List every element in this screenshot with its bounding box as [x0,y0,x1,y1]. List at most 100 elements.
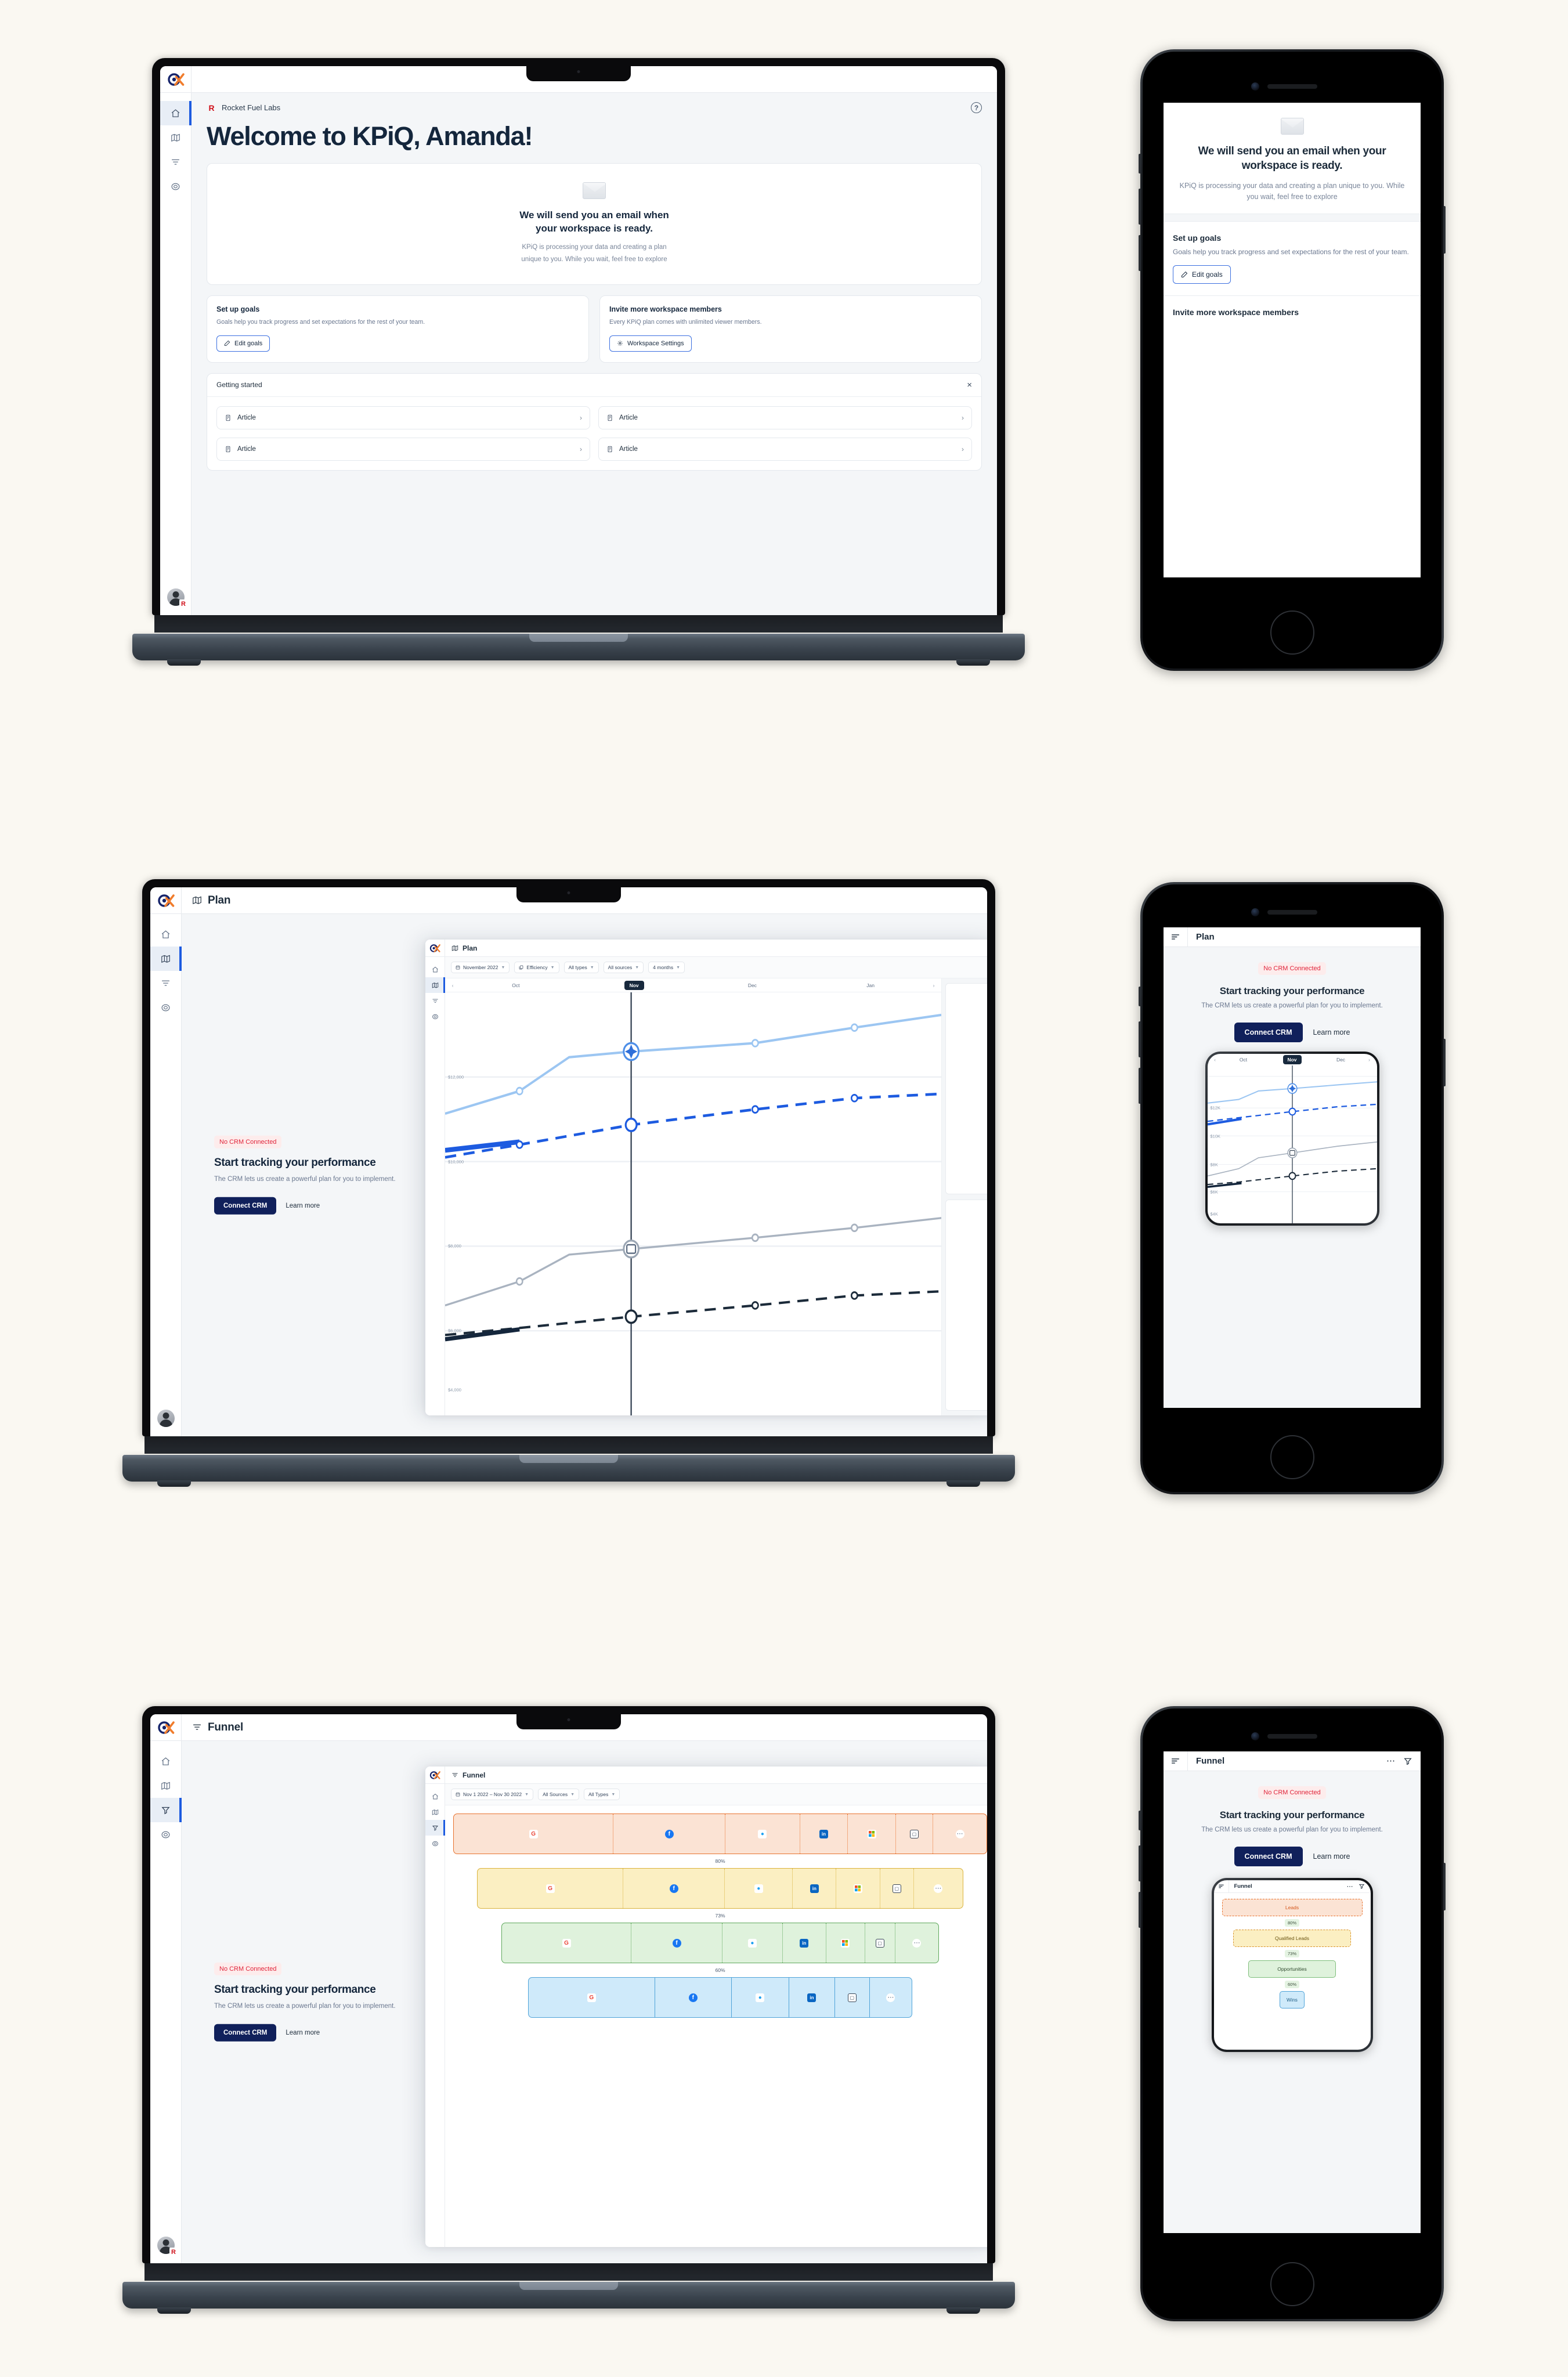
month-label-current[interactable]: Nov [624,980,644,990]
mobile-edit-goals-button[interactable]: Edit goals [1173,265,1231,284]
sidebar-item-home[interactable] [160,101,192,125]
nested-app-logo[interactable] [425,1767,445,1784]
workspace-settings-button[interactable]: Workspace Settings [609,335,692,352]
filter-icon[interactable] [1403,1757,1412,1766]
connect-crm-button[interactable]: Connect CRM [1234,1847,1303,1867]
menu-button[interactable] [1164,1751,1188,1771]
sidebar-item-home[interactable] [150,1749,182,1773]
funnel-cell-twitter[interactable]: ● [732,1978,789,2017]
sidebar-item-plan[interactable] [150,947,182,971]
phone-home-button[interactable] [1270,2262,1314,2306]
chevron-right-icon[interactable]: › [1365,1057,1374,1063]
side-card[interactable] [945,1200,987,1411]
connect-crm-button[interactable]: Connect CRM [214,2024,277,2042]
phone-home-button[interactable] [1270,1435,1314,1479]
phone-volume-up-button[interactable] [1139,1021,1141,1057]
funnel-cell-twitter[interactable]: ● [725,1814,800,1854]
app-logo[interactable] [150,887,182,914]
sidebar-item-funnel[interactable] [150,1798,182,1822]
month-label-dec[interactable]: Dec [693,982,812,988]
funnel-cell-linkedin[interactable]: in [789,1978,836,2017]
menu-button[interactable] [1164,927,1188,947]
edit-goals-button[interactable]: Edit goals [216,335,270,352]
filter-range[interactable]: 4 months ▼ [648,962,685,973]
app-logo[interactable] [150,1714,182,1741]
funnel-stage-wins[interactable]: Wins [1279,1991,1305,2008]
filter-date-range[interactable]: Nov 1 2022 – Nov 30 2022 ▼ [451,1789,534,1800]
funnel-cell-google[interactable]: G [529,1978,655,2017]
funnel-cell-twitter[interactable]: ● [725,1869,793,1908]
filter-sources[interactable]: All sources ▼ [603,962,644,973]
funnel-cell-more[interactable]: ⋯ [933,1814,987,1854]
funnel-cell-twitter[interactable]: ● [722,1923,783,1963]
funnel-cell-linkedin[interactable]: in [800,1814,848,1854]
funnel-cell-more[interactable]: ⋯ [914,1869,963,1908]
sidebar-item-goals[interactable] [150,1822,182,1847]
sidebar-item-home[interactable] [150,922,182,947]
avatar[interactable] [157,1410,175,1427]
sidebar-item-goals[interactable] [160,174,192,198]
funnel-cell-google[interactable]: G [454,1814,614,1854]
funnel-stage-leads[interactable]: Leads [1222,1899,1363,1916]
funnel-cell-facebook[interactable]: f [613,1814,726,1854]
phone-power-button[interactable] [1443,1863,1446,1910]
phone-volume-up-button[interactable] [1139,1845,1141,1881]
funnel-cell-microsoft[interactable] [848,1814,896,1854]
filter-types[interactable]: All Types ▼ [584,1789,620,1800]
funnel-cell-instagram[interactable]: ▢ [835,1978,870,2017]
month-label-current[interactable]: Nov [1282,1055,1302,1064]
funnel-stage-opportunities[interactable]: G f ● in ▢ ⋯ [501,1923,940,1963]
close-icon[interactable]: × [967,381,972,389]
phone-mute-button[interactable] [1139,987,1141,1006]
funnel-cell-facebook[interactable]: f [655,1978,732,2017]
list-item[interactable]: Article › [598,437,972,461]
funnel-cell-more[interactable]: ⋯ [870,1978,912,2017]
funnel-cell-facebook[interactable]: f [631,1923,722,1963]
ellipsis-icon[interactable]: ⋯ [1347,1883,1353,1890]
funnel-stage-qualified-leads[interactable]: Qualified Leads [1233,1930,1352,1947]
month-label-oct[interactable]: Oct [457,982,575,988]
sidebar-item-home[interactable] [425,962,445,977]
sidebar-item-plan[interactable] [160,125,192,150]
menu-button[interactable] [1214,1880,1229,1893]
funnel-cell-microsoft[interactable] [836,1869,880,1908]
ellipsis-icon[interactable]: ⋯ [1386,1757,1395,1765]
phone-volume-down-button[interactable] [1139,1068,1141,1104]
filter-metric[interactable]: Efficiency ▼ [514,962,559,973]
filter-sources[interactable]: All Sources ▼ [538,1789,580,1800]
sidebar-item-goals[interactable] [150,995,182,1020]
sidebar-item-plan[interactable] [425,977,445,993]
funnel-cell-google[interactable]: G [478,1869,623,1908]
phone-volume-up-button[interactable] [1139,189,1141,225]
chevron-left-icon[interactable]: ‹ [1211,1057,1219,1063]
learn-more-link[interactable]: Learn more [1313,1852,1350,1861]
sidebar-item-goals[interactable] [425,1009,445,1024]
list-item[interactable]: Article › [598,406,972,429]
sidebar-item-funnel[interactable] [160,150,192,174]
funnel-cell-linkedin[interactable]: in [783,1923,826,1963]
funnel-cell-google[interactable]: G [502,1923,632,1963]
side-card[interactable] [945,983,987,1194]
list-item[interactable]: Article › [216,437,590,461]
connect-crm-button[interactable]: Connect CRM [214,1197,277,1215]
list-item[interactable]: Article › [216,406,590,429]
filter-types[interactable]: All types ▼ [563,962,599,973]
help-button[interactable]: ? [971,102,982,113]
funnel-cell-more[interactable]: ⋯ [895,1923,938,1963]
chevron-left-icon[interactable]: ‹ [449,982,457,988]
connect-crm-button[interactable]: Connect CRM [1234,1023,1303,1043]
month-label-jan[interactable]: Jan [811,982,930,988]
funnel-cell-microsoft[interactable] [826,1923,865,1963]
sidebar-item-home[interactable] [425,1789,445,1804]
phone-mute-button[interactable] [1139,1811,1141,1830]
sidebar-item-plan[interactable] [150,1773,182,1798]
learn-more-link[interactable]: Learn more [286,1202,320,1209]
funnel-stage-leads[interactable]: G f ● in ▢ ⋯ [453,1814,987,1854]
filter-month[interactable]: November 2022 ▼ [451,962,510,973]
sidebar-item-funnel[interactable] [150,971,182,995]
sidebar-item-funnel[interactable] [425,993,445,1009]
filter-icon[interactable] [1359,1883,1365,1890]
month-label-oct[interactable]: Oct [1219,1057,1268,1063]
learn-more-link[interactable]: Learn more [286,2029,320,2036]
funnel-cell-instagram[interactable]: ▢ [865,1923,895,1963]
